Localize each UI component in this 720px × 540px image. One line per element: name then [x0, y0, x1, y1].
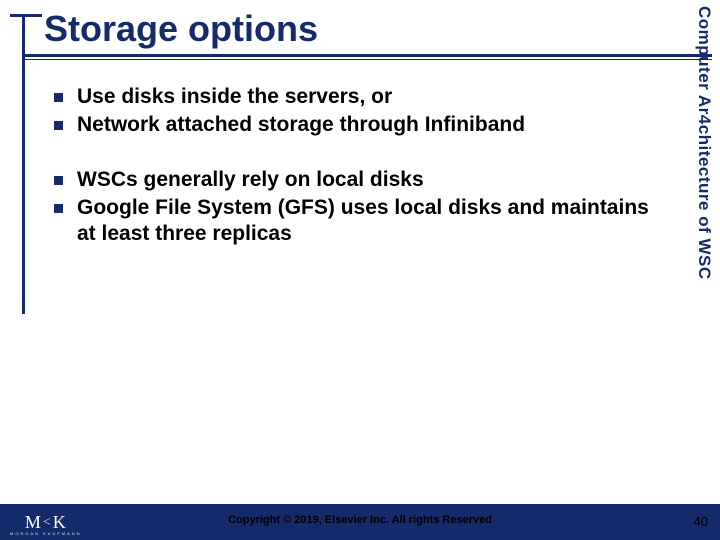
bullet-text: WSCs generally rely on local disks	[77, 167, 424, 193]
bullet-group: WSCs generally rely on local disks Googl…	[54, 167, 672, 248]
page-number: 40	[694, 514, 708, 529]
square-bullet-icon	[54, 176, 63, 185]
slide: Storage options Computer Ar4chitecture o…	[0, 0, 720, 540]
bullet-text: Network attached storage through Infinib…	[77, 112, 525, 138]
square-bullet-icon	[54, 121, 63, 130]
bullet-text: Google File System (GFS) uses local disk…	[77, 195, 672, 248]
sidebar-section-label: Computer Ar4chitecture of WSC	[690, 6, 714, 306]
footer-bar: M < K MORGAN KAUFMANN Copyright © 2019, …	[0, 504, 720, 540]
copyright-text: Copyright © 2019, Elsevier Inc. All righ…	[0, 514, 720, 526]
list-item: Use disks inside the servers, or	[54, 84, 672, 110]
square-bullet-icon	[54, 93, 63, 102]
title-underline-thin	[22, 59, 712, 60]
list-item: WSCs generally rely on local disks	[54, 167, 672, 193]
slide-title: Storage options	[44, 8, 318, 50]
logo-subtext: MORGAN KAUFMANN	[10, 532, 82, 536]
bullet-text: Use disks inside the servers, or	[77, 84, 392, 110]
title-underline	[22, 54, 712, 57]
list-item: Network attached storage through Infinib…	[54, 112, 672, 138]
title-rule-top	[10, 14, 42, 17]
square-bullet-icon	[54, 204, 63, 213]
list-item: Google File System (GFS) uses local disk…	[54, 195, 672, 248]
title-area: Storage options	[0, 8, 720, 68]
bullet-group: Use disks inside the servers, or Network…	[54, 84, 672, 139]
slide-body: Use disks inside the servers, or Network…	[54, 84, 672, 275]
